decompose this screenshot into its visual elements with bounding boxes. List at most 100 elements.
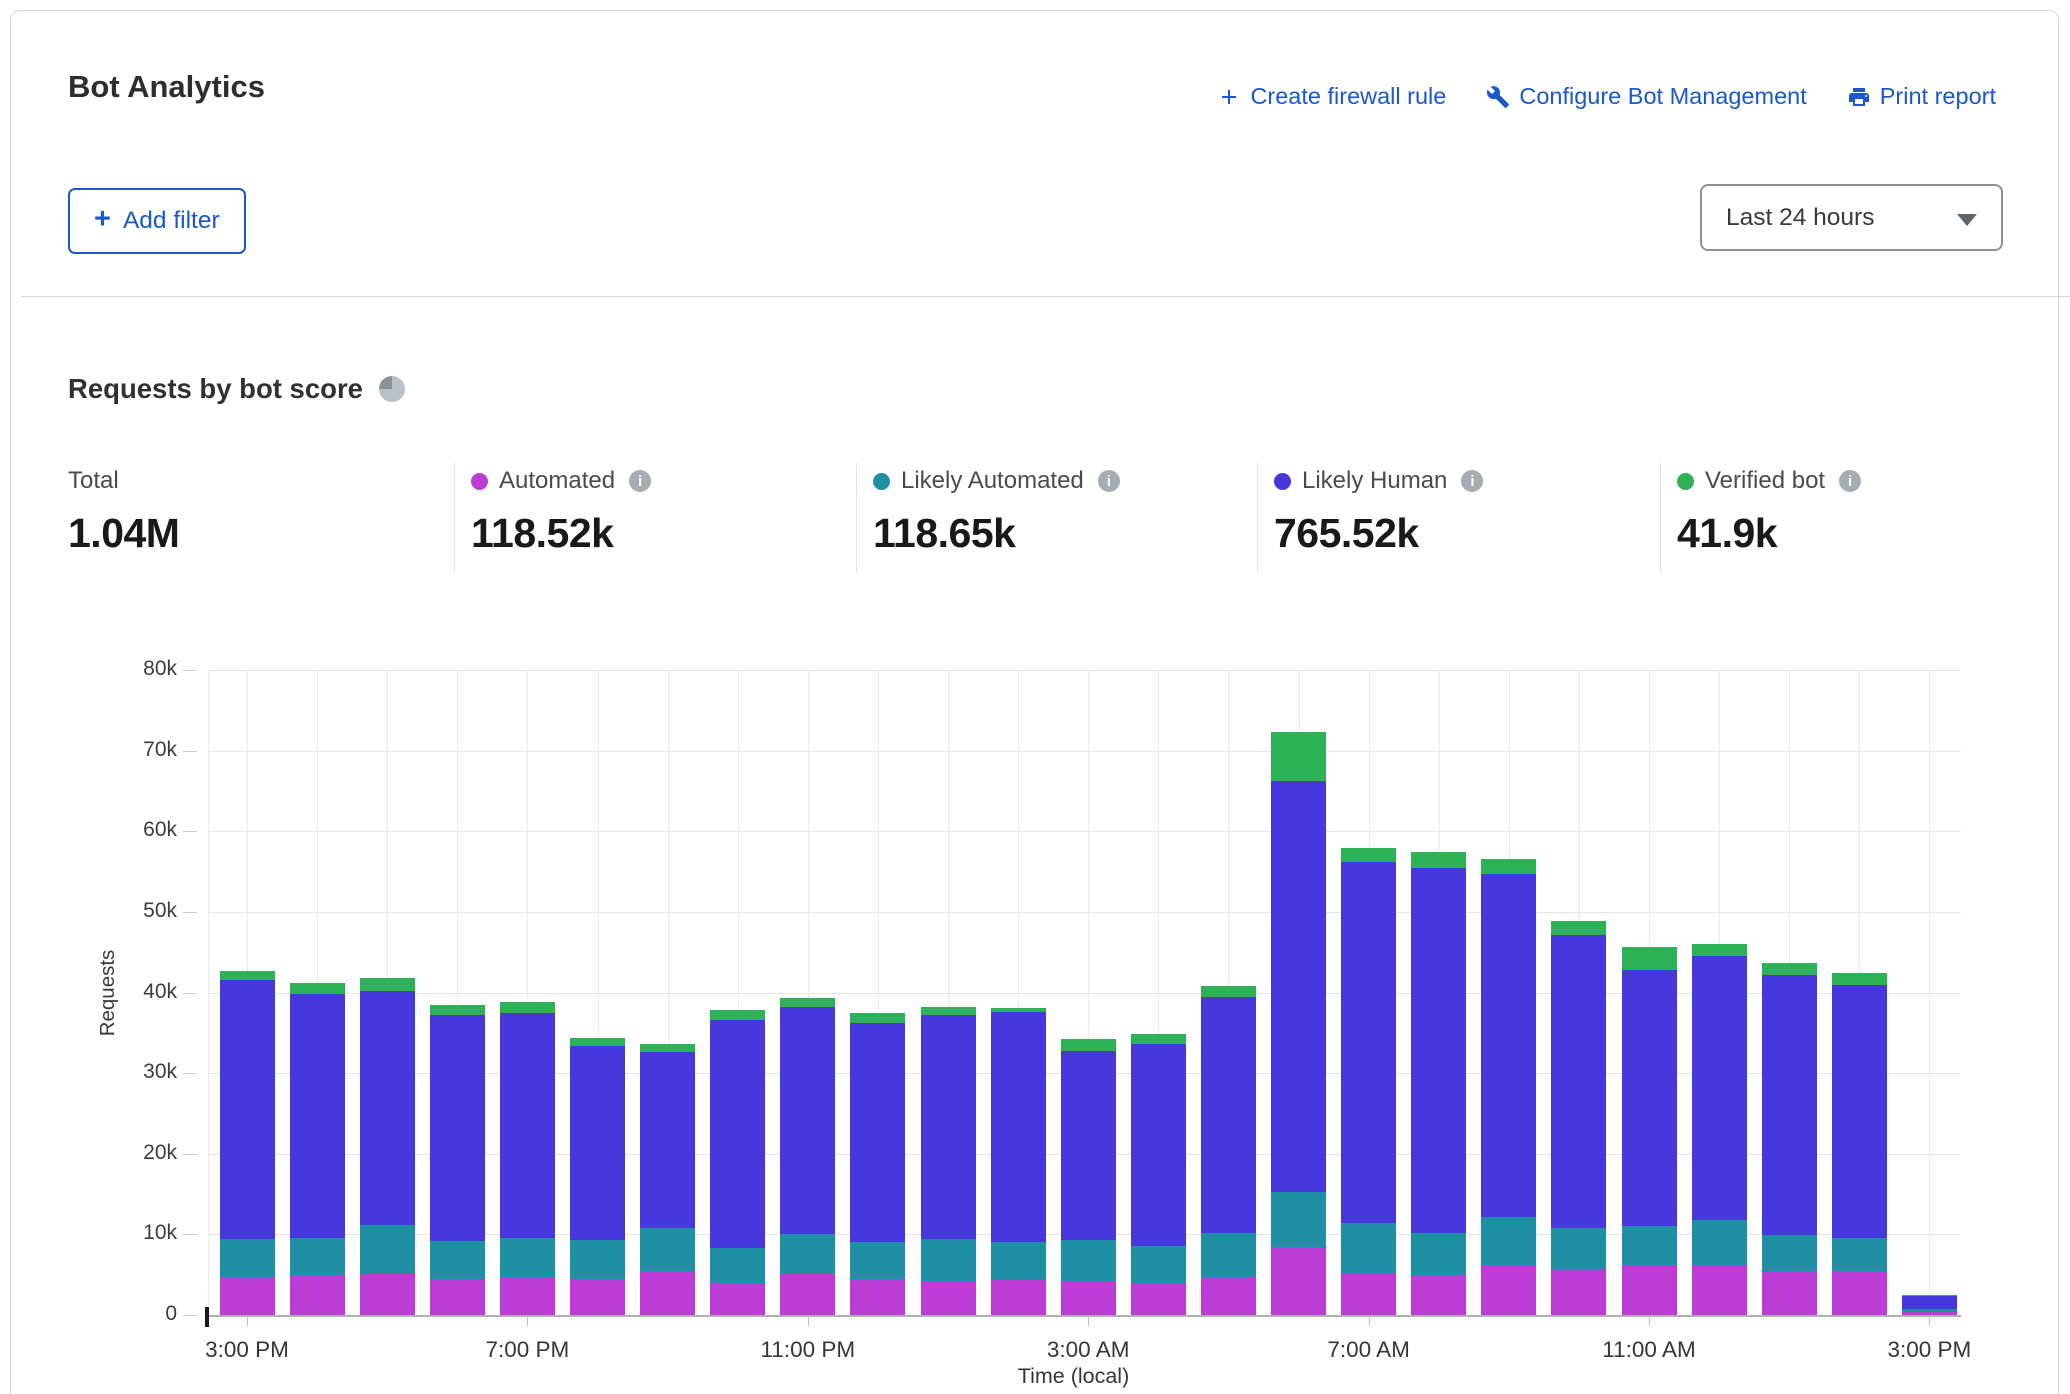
bar-segment[interactable] <box>1341 848 1396 862</box>
bar-segment[interactable] <box>991 1280 1046 1315</box>
bar-segment[interactable] <box>780 1234 835 1274</box>
bar-segment[interactable] <box>1762 1235 1817 1270</box>
bar-segment[interactable] <box>220 971 275 980</box>
bar-segment[interactable] <box>921 1281 976 1315</box>
bar-segment[interactable] <box>1411 1233 1466 1275</box>
bar-segment[interactable] <box>1481 874 1536 1217</box>
bar-segment[interactable] <box>710 1010 765 1020</box>
bar-segment[interactable] <box>430 1015 485 1241</box>
time-range-select[interactable]: Last 24 hours <box>1700 184 2003 251</box>
bar-segment[interactable] <box>921 1015 976 1239</box>
add-filter-button[interactable]: + Add filter <box>68 188 246 254</box>
bar-segment[interactable] <box>1061 1039 1116 1050</box>
bar-segment[interactable] <box>1832 1238 1887 1271</box>
info-icon[interactable]: i <box>1461 470 1483 492</box>
bar-segment[interactable] <box>1762 1271 1817 1315</box>
bar-segment[interactable] <box>1551 1269 1606 1315</box>
bar-segment[interactable] <box>1902 1295 1957 1296</box>
print-report-link[interactable]: Print report <box>1847 83 1996 110</box>
bar-segment[interactable] <box>1692 1265 1747 1315</box>
info-icon[interactable]: i <box>629 470 651 492</box>
bar-segment[interactable] <box>1692 1220 1747 1265</box>
info-icon[interactable]: i <box>1098 470 1120 492</box>
bar-segment[interactable] <box>430 1241 485 1279</box>
bar-segment[interactable] <box>220 980 275 1240</box>
bar-segment[interactable] <box>921 1239 976 1281</box>
bar-segment[interactable] <box>1481 859 1536 874</box>
bar-segment[interactable] <box>1692 956 1747 1220</box>
bar-segment[interactable] <box>640 1228 695 1272</box>
bar-segment[interactable] <box>1061 1240 1116 1281</box>
bar-segment[interactable] <box>1201 1277 1256 1315</box>
bar-segment[interactable] <box>1341 1223 1396 1273</box>
bar-segment[interactable] <box>710 1020 765 1248</box>
create-firewall-rule-link[interactable]: Create firewall rule <box>1217 83 1446 110</box>
bar-segment[interactable] <box>1411 868 1466 1232</box>
bar-segment[interactable] <box>1832 985 1887 1237</box>
bar-segment[interactable] <box>1622 970 1677 1226</box>
bar-segment[interactable] <box>710 1283 765 1315</box>
bar-segment[interactable] <box>1762 975 1817 1235</box>
bar-segment[interactable] <box>1201 997 1256 1233</box>
bar-segment[interactable] <box>1271 732 1326 781</box>
bar-segment[interactable] <box>290 1275 345 1315</box>
bar-segment[interactable] <box>500 1002 555 1013</box>
bar-segment[interactable] <box>850 1023 905 1242</box>
bar-segment[interactable] <box>1411 1275 1466 1315</box>
bar-segment[interactable] <box>850 1242 905 1278</box>
bar-segment[interactable] <box>1271 781 1326 1191</box>
bar-segment[interactable] <box>1201 1233 1256 1277</box>
bar-segment[interactable] <box>500 1013 555 1238</box>
bar-segment[interactable] <box>710 1248 765 1283</box>
bar-segment[interactable] <box>220 1277 275 1315</box>
bar-segment[interactable] <box>1622 1265 1677 1315</box>
bar-segment[interactable] <box>1131 1034 1186 1044</box>
bar-segment[interactable] <box>1131 1283 1186 1315</box>
bar-segment[interactable] <box>1832 1271 1887 1315</box>
bar-segment[interactable] <box>290 994 345 1237</box>
info-icon[interactable]: i <box>1839 470 1861 492</box>
bar-segment[interactable] <box>1902 1309 1957 1311</box>
bar-segment[interactable] <box>640 1044 695 1052</box>
bar-segment[interactable] <box>1271 1192 1326 1248</box>
bar-segment[interactable] <box>780 1274 835 1315</box>
bar-segment[interactable] <box>360 991 415 1225</box>
bar-segment[interactable] <box>500 1238 555 1277</box>
bar-segment[interactable] <box>850 1279 905 1315</box>
bar-segment[interactable] <box>1551 921 1606 936</box>
bar-segment[interactable] <box>290 1238 345 1276</box>
bar-segment[interactable] <box>570 1038 625 1046</box>
bar-segment[interactable] <box>1762 963 1817 974</box>
bar-segment[interactable] <box>1341 862 1396 1223</box>
bar-segment[interactable] <box>360 1225 415 1274</box>
bar-segment[interactable] <box>430 1279 485 1315</box>
bar-segment[interactable] <box>430 1005 485 1015</box>
bar-segment[interactable] <box>1692 944 1747 956</box>
bar-segment[interactable] <box>850 1013 905 1023</box>
bar-segment[interactable] <box>1551 1228 1606 1269</box>
bar-segment[interactable] <box>1481 1217 1536 1265</box>
bar-segment[interactable] <box>1271 1247 1326 1315</box>
bar-segment[interactable] <box>991 1012 1046 1242</box>
configure-bot-management-link[interactable]: Configure Bot Management <box>1486 83 1806 110</box>
bar-segment[interactable] <box>640 1271 695 1315</box>
bar-segment[interactable] <box>780 1007 835 1234</box>
bar-segment[interactable] <box>1902 1296 1957 1310</box>
bar-segment[interactable] <box>220 1239 275 1277</box>
bar-segment[interactable] <box>1341 1273 1396 1315</box>
bar-segment[interactable] <box>1061 1281 1116 1315</box>
bar-segment[interactable] <box>991 1242 1046 1281</box>
bar-segment[interactable] <box>1131 1246 1186 1283</box>
bar-segment[interactable] <box>360 1274 415 1315</box>
bar-segment[interactable] <box>570 1279 625 1315</box>
bar-segment[interactable] <box>1622 947 1677 970</box>
bar-segment[interactable] <box>1061 1051 1116 1240</box>
bar-segment[interactable] <box>1622 1226 1677 1265</box>
bar-segment[interactable] <box>1131 1044 1186 1246</box>
bar-segment[interactable] <box>1481 1265 1536 1315</box>
bar-segment[interactable] <box>1201 986 1256 996</box>
bar-segment[interactable] <box>360 978 415 991</box>
bar-segment[interactable] <box>640 1052 695 1228</box>
bar-segment[interactable] <box>1551 935 1606 1228</box>
bar-segment[interactable] <box>290 983 345 994</box>
